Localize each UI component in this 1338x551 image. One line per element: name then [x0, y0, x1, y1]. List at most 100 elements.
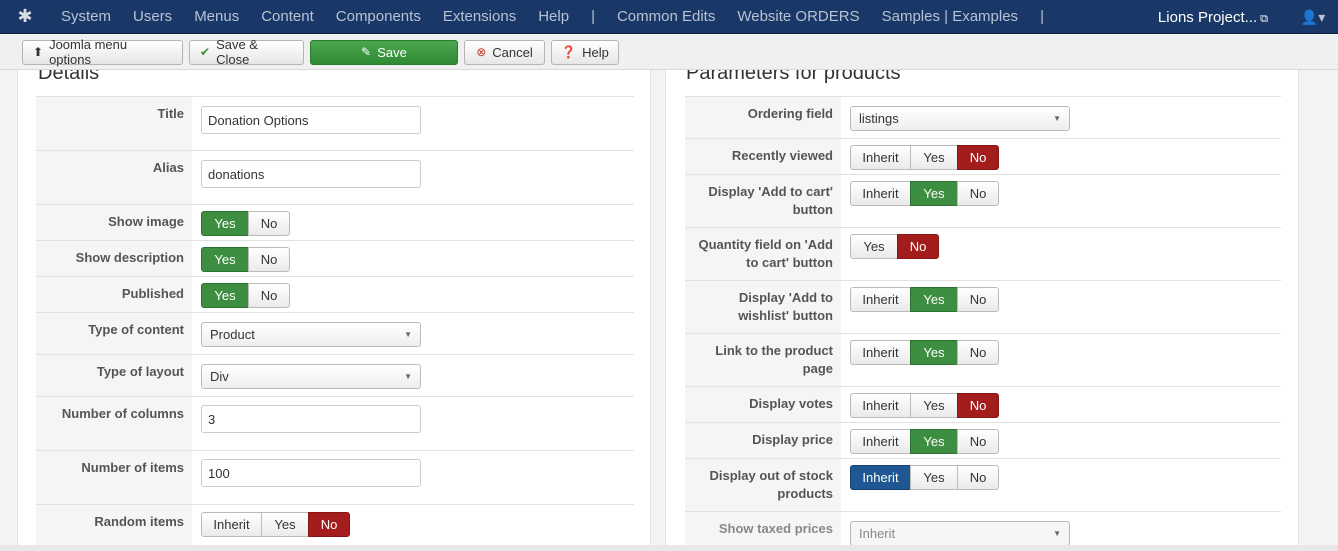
link-to-product-page-no[interactable]: No: [957, 340, 999, 365]
alias-label: Alias: [36, 151, 192, 204]
menu-separator: |: [591, 8, 595, 25]
cancel-button[interactable]: ⊗ Cancel: [464, 39, 545, 65]
menu-components[interactable]: Components: [325, 8, 432, 25]
display-out-of-stock-yes[interactable]: Yes: [910, 465, 958, 490]
quantity-field-yes[interactable]: Yes: [850, 234, 898, 259]
toolbar: ⬆ Joomla menu options ✔ Save & Close ✎ S…: [0, 35, 1338, 70]
display-price-inherit[interactable]: Inherit: [850, 429, 911, 454]
display-add-to-wishlist-toggle: Inherit Yes No: [850, 287, 999, 312]
quantity-field-no[interactable]: No: [897, 234, 939, 259]
field-link-to-product-page: Link to the product page Inherit Yes No: [685, 333, 1281, 386]
display-out-of-stock-inherit[interactable]: Inherit: [850, 465, 911, 490]
recently-viewed-inherit[interactable]: Inherit: [850, 145, 911, 170]
published-no[interactable]: No: [248, 283, 290, 308]
type-of-layout-value: Div: [210, 369, 229, 384]
link-to-product-page-toggle: Inherit Yes No: [850, 340, 999, 365]
display-price-no[interactable]: No: [957, 429, 999, 454]
random-items-no[interactable]: No: [308, 512, 350, 537]
type-of-layout-select[interactable]: Div ▼: [201, 364, 421, 389]
display-votes-no[interactable]: No: [957, 393, 999, 418]
site-name: Lions Project...: [1157, 8, 1258, 26]
display-votes-yes[interactable]: Yes: [910, 393, 958, 418]
title-label: Title: [36, 97, 192, 150]
display-add-to-cart-inherit[interactable]: Inherit: [850, 181, 911, 206]
menu-website-orders[interactable]: Website ORDERS: [726, 8, 870, 25]
display-add-to-cart-no[interactable]: No: [957, 181, 999, 206]
display-add-to-wishlist-no[interactable]: No: [957, 287, 999, 312]
display-add-to-cart-yes[interactable]: Yes: [910, 181, 958, 206]
show-description-no[interactable]: No: [248, 247, 290, 272]
field-display-votes: Display votes Inherit Yes No: [685, 386, 1281, 422]
chevron-down-icon: ▼: [404, 330, 412, 339]
show-image-no[interactable]: No: [248, 211, 290, 236]
save-close-button[interactable]: ✔ Save & Close: [189, 37, 304, 67]
menu-samples-examples[interactable]: Samples | Examples: [871, 8, 1029, 25]
save-label: Save: [377, 44, 407, 60]
show-taxed-prices-value: Inherit: [859, 526, 896, 541]
horizontal-scrollbar[interactable]: [0, 545, 1338, 551]
menu-system[interactable]: System: [50, 8, 122, 25]
show-image-toggle: Yes No: [201, 211, 290, 236]
menu-common-edits[interactable]: Common Edits: [606, 8, 726, 25]
number-of-items-label: Number of items: [36, 451, 192, 504]
menu-content[interactable]: Content: [250, 8, 325, 25]
published-yes[interactable]: Yes: [201, 283, 249, 308]
random-items-inherit[interactable]: Inherit: [201, 512, 262, 537]
display-add-to-wishlist-yes[interactable]: Yes: [910, 287, 958, 312]
show-taxed-prices-select[interactable]: Inherit ▼: [850, 521, 1070, 546]
menu-menus[interactable]: Menus: [183, 8, 250, 25]
field-display-out-of-stock: Display out of stock products Inherit Ye…: [685, 458, 1281, 511]
save-button[interactable]: ✎ Save: [310, 39, 458, 65]
menu-users[interactable]: Users: [122, 8, 183, 25]
ordering-field-value: listings: [859, 111, 899, 126]
number-of-columns-label: Number of columns: [36, 397, 192, 450]
show-image-yes[interactable]: Yes: [201, 211, 249, 236]
details-legend: Details: [38, 70, 100, 84]
field-type-of-layout: Type of layout Div ▼: [36, 354, 634, 396]
show-description-label: Show description: [36, 241, 192, 276]
link-to-product-page-label: Link to the product page: [685, 334, 841, 386]
display-add-to-wishlist-inherit[interactable]: Inherit: [850, 287, 911, 312]
joomla-menu-options-button[interactable]: ⬆ Joomla menu options: [22, 37, 183, 67]
chevron-down-icon: ▼: [1053, 529, 1061, 538]
number-of-items-input[interactable]: [201, 459, 421, 487]
main-menu: System Users Menus Content Components Ex…: [50, 0, 1055, 34]
quantity-field-toggle: Yes No: [850, 234, 939, 259]
display-out-of-stock-toggle: Inherit Yes No: [850, 465, 999, 490]
type-of-content-select[interactable]: Product ▼: [201, 322, 421, 347]
display-add-to-cart-toggle: Inherit Yes No: [850, 181, 999, 206]
show-description-yes[interactable]: Yes: [201, 247, 249, 272]
field-title: Title: [36, 96, 634, 150]
show-description-toggle: Yes No: [201, 247, 290, 272]
number-of-columns-input[interactable]: [201, 405, 421, 433]
help-button[interactable]: ❓ Help: [551, 39, 619, 65]
joomla-logo-icon[interactable]: ✱: [0, 0, 50, 34]
title-input[interactable]: [201, 106, 421, 134]
recently-viewed-toggle: Inherit Yes No: [850, 145, 999, 170]
ordering-field-label: Ordering field: [685, 97, 841, 138]
alias-input[interactable]: [201, 160, 421, 188]
menu-extensions[interactable]: Extensions: [432, 8, 527, 25]
published-toggle: Yes No: [201, 283, 290, 308]
published-label: Published: [36, 277, 192, 312]
product-parameters-panel: Parameters for products Ordering field l…: [665, 70, 1299, 551]
recently-viewed-no[interactable]: No: [957, 145, 999, 170]
recently-viewed-yes[interactable]: Yes: [910, 145, 958, 170]
link-to-product-page-yes[interactable]: Yes: [910, 340, 958, 365]
field-ordering-field: Ordering field listings ▼: [685, 96, 1281, 138]
site-link[interactable]: Lions Project... ⧉: [1158, 9, 1288, 26]
link-to-product-page-inherit[interactable]: Inherit: [850, 340, 911, 365]
random-items-yes[interactable]: Yes: [261, 512, 309, 537]
chevron-down-icon: ▼: [1053, 114, 1061, 123]
menu-help[interactable]: Help: [527, 8, 580, 25]
display-price-yes[interactable]: Yes: [910, 429, 958, 454]
display-votes-label: Display votes: [685, 387, 841, 422]
display-votes-inherit[interactable]: Inherit: [850, 393, 911, 418]
display-out-of-stock-no[interactable]: No: [957, 465, 999, 490]
user-icon[interactable]: 👤▾: [1288, 9, 1338, 26]
field-type-of-content: Type of content Product ▼: [36, 312, 634, 354]
field-display-add-to-wishlist: Display 'Add to wishlist' button Inherit…: [685, 280, 1281, 333]
display-price-label: Display price: [685, 423, 841, 458]
ordering-field-select[interactable]: listings ▼: [850, 106, 1070, 131]
joomla-menu-options-label: Joomla menu options: [49, 37, 128, 67]
